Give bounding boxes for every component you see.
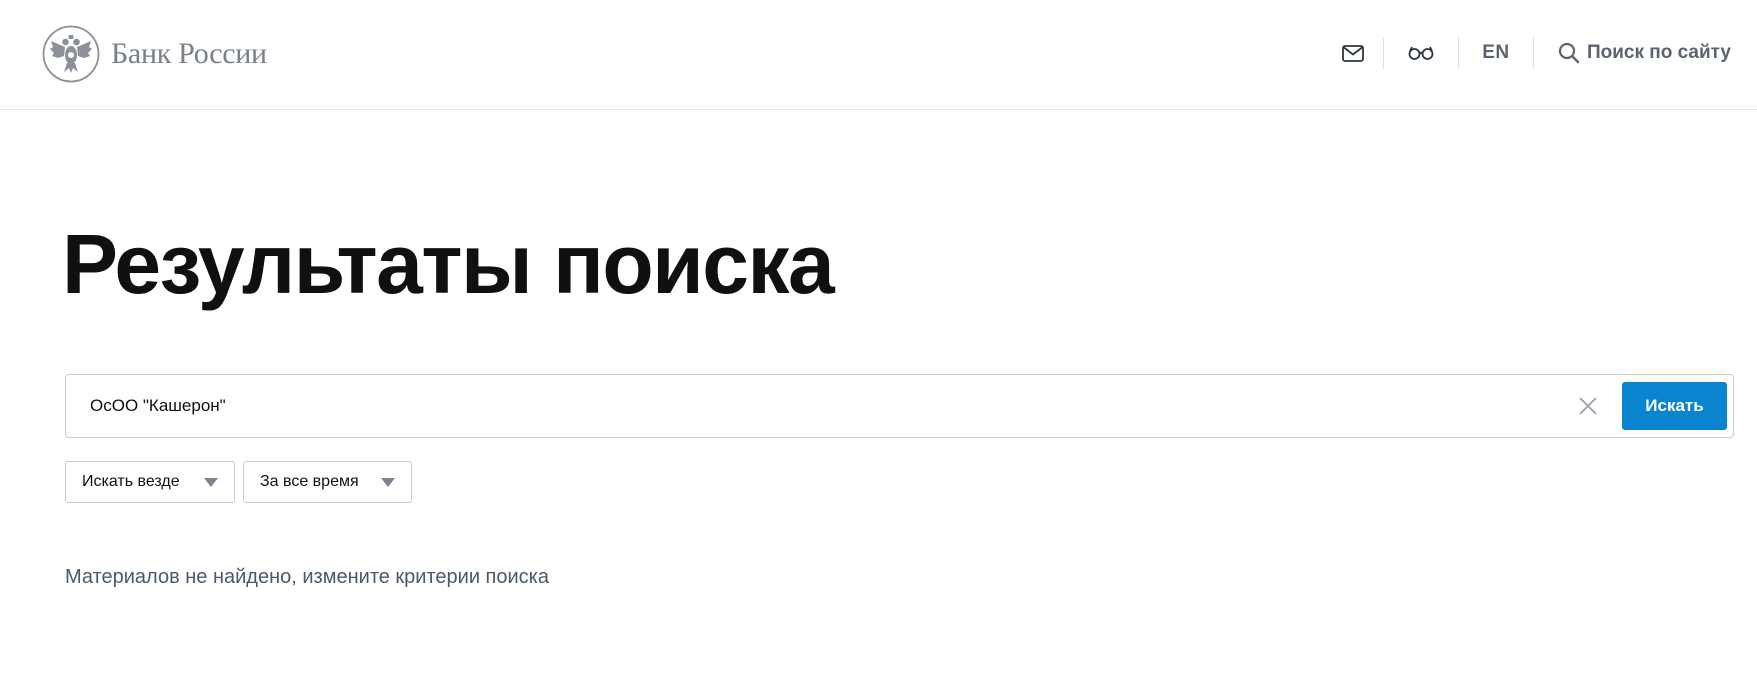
clear-search-button[interactable] xyxy=(1574,392,1602,420)
close-icon xyxy=(1579,397,1597,415)
glasses-icon xyxy=(1408,46,1434,60)
mail-icon xyxy=(1342,44,1364,62)
search-form: Искать xyxy=(65,374,1734,438)
bank-logo[interactable]: Банк России xyxy=(42,25,267,83)
period-filter-label: За все время xyxy=(260,473,359,490)
site-header: Банк России EN Поиск по сайту xyxy=(0,0,1757,110)
site-search-button[interactable]: Поиск по сайту xyxy=(1534,36,1731,70)
period-filter-select[interactable]: За все время xyxy=(243,461,412,503)
mail-button[interactable] xyxy=(1323,36,1383,70)
logo-text: Банк России xyxy=(111,37,267,70)
search-icon xyxy=(1558,42,1580,64)
no-results-message: Материалов не найдено, измените критерии… xyxy=(65,566,549,588)
language-switch[interactable]: EN xyxy=(1459,36,1533,70)
accessibility-button[interactable] xyxy=(1384,36,1458,70)
eagle-emblem-icon xyxy=(42,25,100,83)
page-title: Результаты поиска xyxy=(62,217,835,311)
header-tools: EN Поиск по сайту xyxy=(1323,36,1731,70)
chevron-down-icon xyxy=(204,478,218,487)
scope-filter-select[interactable]: Искать везде xyxy=(65,461,235,503)
search-input[interactable] xyxy=(90,375,1550,437)
search-submit-button[interactable]: Искать xyxy=(1622,382,1727,430)
scope-filter-label: Искать везде xyxy=(82,473,180,490)
site-search-label: Поиск по сайту xyxy=(1586,42,1731,63)
chevron-down-icon xyxy=(381,478,395,487)
